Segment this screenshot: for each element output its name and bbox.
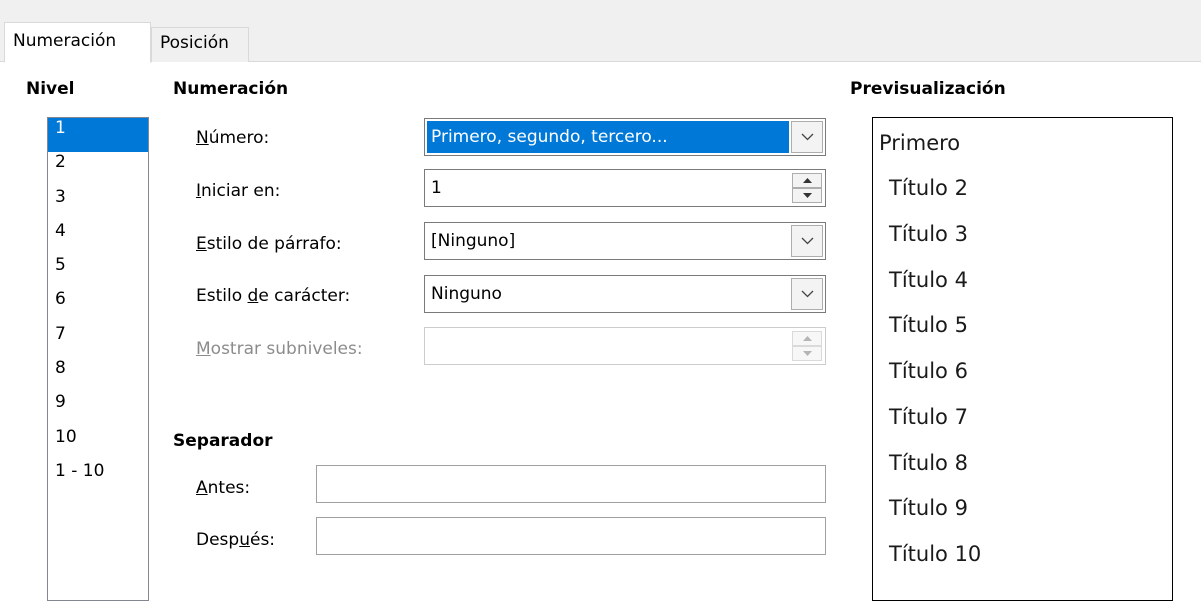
chevron-down-icon — [801, 290, 814, 298]
start-at-spinbox[interactable]: 1 — [424, 169, 826, 207]
level-item-3[interactable]: 3 — [48, 187, 148, 221]
show-sublevels-spinbox — [424, 327, 826, 365]
preview-line-1: Primero — [879, 131, 961, 155]
preview-line-8: Título 8 — [889, 451, 968, 475]
character-style-label: Estilo de carácter: — [196, 286, 351, 306]
paragraph-style-select[interactable]: [Ninguno] — [424, 222, 826, 260]
paragraph-style-label: Estilo de párrafo: — [196, 234, 342, 254]
level-item-10[interactable]: 10 — [48, 427, 148, 461]
level-item-4[interactable]: 4 — [48, 221, 148, 255]
character-style-select[interactable]: Ninguno — [424, 275, 826, 313]
preview-line-10: Título 10 — [889, 542, 982, 566]
preview-line-6: Título 6 — [889, 359, 968, 383]
tab-numbering[interactable]: Numeración — [4, 22, 151, 63]
spin-up-button[interactable] — [792, 173, 822, 188]
arrow-down-icon — [803, 193, 812, 198]
start-at-value: 1 — [431, 178, 442, 198]
after-input[interactable] — [316, 517, 826, 555]
numbering-heading: Numeración — [173, 79, 289, 99]
arrow-up-icon — [803, 336, 812, 341]
preview-line-7: Título 7 — [889, 405, 968, 429]
preview-line-3: Título 3 — [889, 222, 968, 246]
number-select[interactable]: Primero, segundo, tercero... — [424, 118, 826, 156]
tab-position[interactable]: Posición — [151, 27, 249, 62]
level-item-2[interactable]: 2 — [48, 152, 148, 186]
preview-line-2: Título 2 — [889, 176, 968, 200]
level-item-6[interactable]: 6 — [48, 289, 148, 323]
level-heading: Nivel — [26, 79, 75, 99]
level-item-5[interactable]: 5 — [48, 255, 148, 289]
show-sublevels-spin-buttons — [792, 331, 822, 361]
character-style-dropdown-button[interactable] — [791, 278, 823, 310]
number-select-highlight: Primero, segundo, tercero... — [427, 121, 789, 153]
start-at-spin-buttons — [792, 173, 822, 203]
show-sublevels-label: Mostrar subniveles: — [196, 339, 363, 359]
level-item-1[interactable]: 1 — [48, 118, 148, 153]
dialog-top-area — [0, 0, 1201, 24]
spin-down-button-disabled — [792, 346, 822, 361]
chevron-down-icon — [801, 133, 814, 141]
level-item-7[interactable]: 7 — [48, 324, 148, 358]
arrow-down-icon — [803, 351, 812, 356]
number-dropdown-button[interactable] — [791, 121, 823, 153]
preview-box: Primero Título 2 Título 3 Título 4 Títul… — [872, 117, 1173, 601]
character-style-value: Ninguno — [431, 284, 502, 304]
level-list[interactable]: 1 2 3 4 5 6 7 8 9 10 1 - 10 — [47, 117, 149, 601]
paragraph-style-dropdown-button[interactable] — [791, 225, 823, 257]
level-item-9[interactable]: 9 — [48, 392, 148, 426]
start-at-label: Iniciar en: — [196, 181, 281, 201]
level-item-all[interactable]: 1 - 10 — [48, 461, 148, 495]
preview-line-4: Título 4 — [889, 268, 968, 292]
separator-heading: Separador — [173, 431, 273, 451]
number-label: Número: — [196, 128, 270, 148]
preview-heading: Previsualización — [850, 79, 1006, 99]
before-input[interactable] — [316, 465, 826, 503]
number-select-value: Primero, segundo, tercero... — [431, 127, 668, 147]
spin-up-button-disabled — [792, 331, 822, 346]
after-label: Después: — [196, 530, 276, 550]
paragraph-style-value: [Ninguno] — [431, 231, 516, 251]
preview-line-9: Título 9 — [889, 496, 968, 520]
chevron-down-icon — [801, 237, 814, 245]
tab-strip: Numeración Posición — [0, 22, 1201, 63]
level-item-8[interactable]: 8 — [48, 358, 148, 392]
preview-line-5: Título 5 — [889, 313, 968, 337]
arrow-up-icon — [803, 178, 812, 183]
spin-down-button[interactable] — [792, 188, 822, 203]
before-label: Antes: — [196, 478, 251, 498]
